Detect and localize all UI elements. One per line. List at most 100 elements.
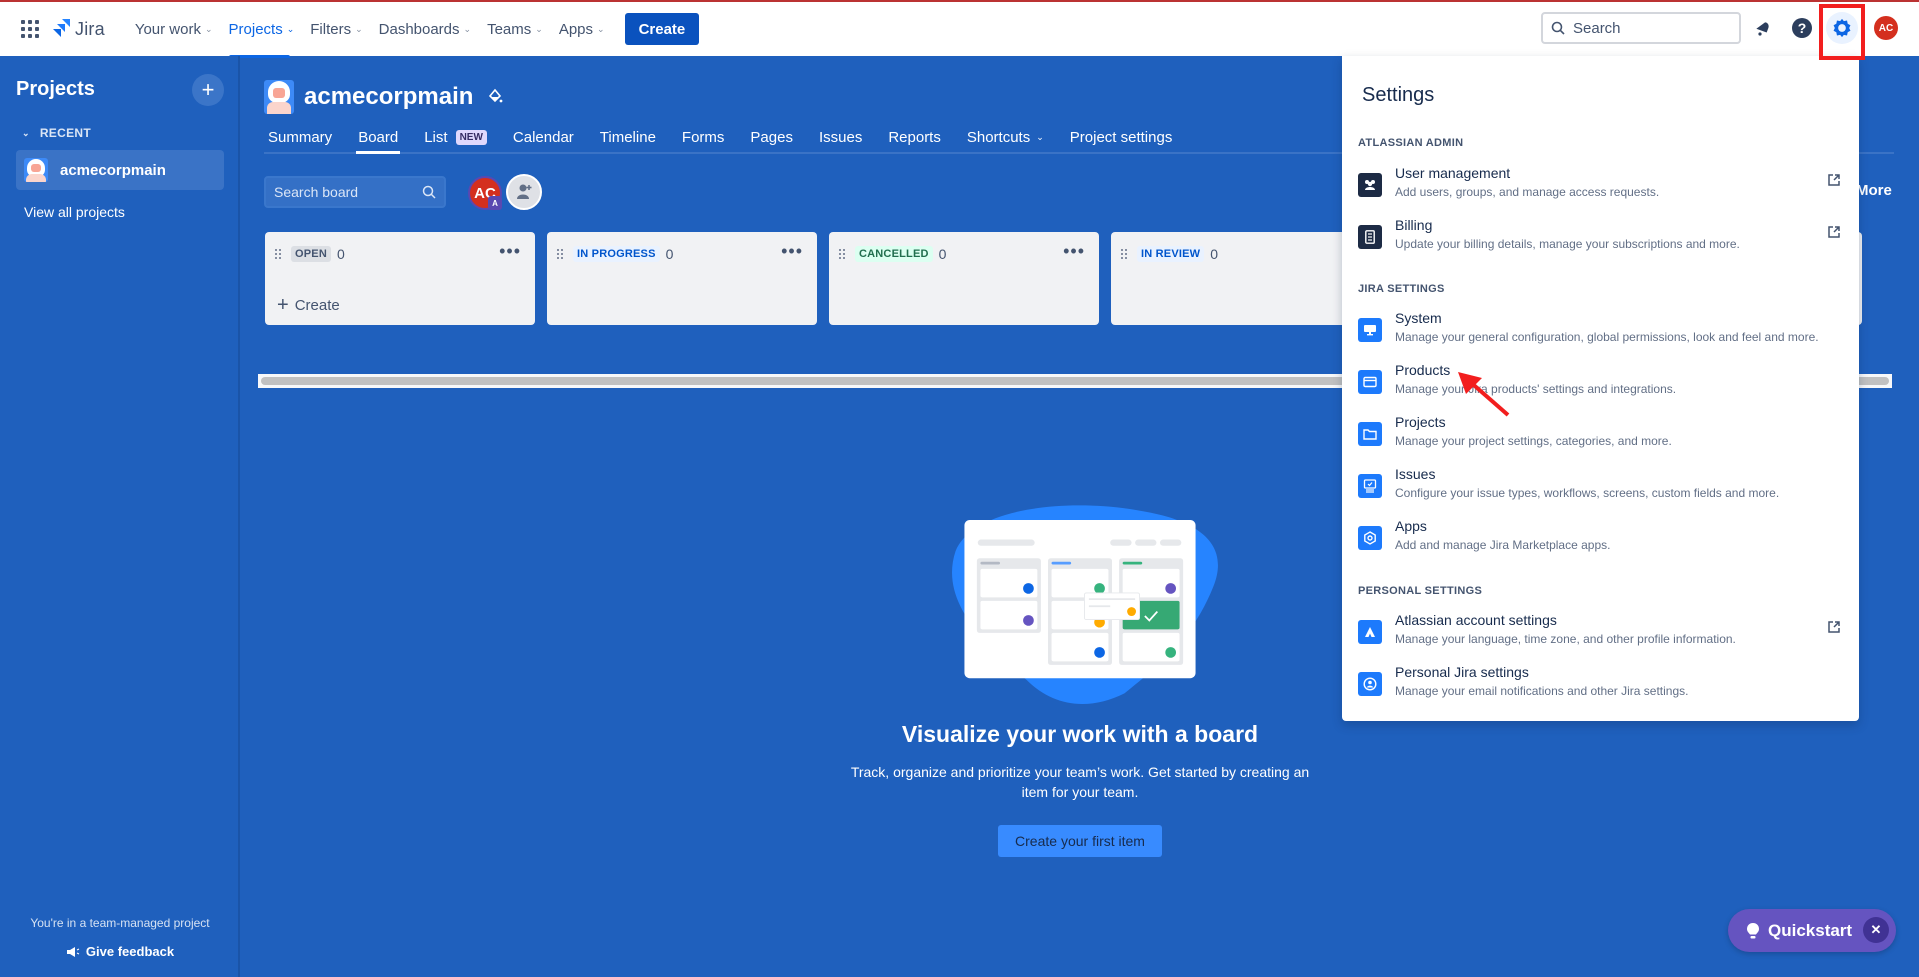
menu-item-description: Manage your email notifications and othe… xyxy=(1395,684,1689,698)
menu-item-billing[interactable]: Billing Update your billing details, man… xyxy=(1342,217,1859,263)
menu-item-description: Update your billing details, manage your… xyxy=(1395,237,1740,251)
nav-filters[interactable]: Filters ⌄ xyxy=(302,2,370,56)
sidebar-project-acmecorpmain[interactable]: acmecorpmain xyxy=(16,150,224,190)
menu-item-atlassian-account-settings[interactable]: Atlassian account settings Manage your l… xyxy=(1342,612,1859,658)
tab-timeline[interactable]: Timeline xyxy=(596,122,656,152)
help-button[interactable]: ? xyxy=(1787,13,1817,43)
quickstart-close-icon[interactable]: ✕ xyxy=(1863,917,1889,943)
quickstart-label: Quickstart xyxy=(1768,920,1853,940)
lightbulb-icon xyxy=(1747,922,1759,938)
notifications-button[interactable] xyxy=(1748,13,1778,43)
nav-your-work[interactable]: Your work ⌄ xyxy=(127,2,221,56)
jira-logo[interactable]: Jira xyxy=(53,19,105,40)
column-header: IN PROGRESS 0 xyxy=(557,246,673,262)
svg-text:?: ? xyxy=(1798,20,1807,36)
recent-section-toggle[interactable]: ⌄ RECENT xyxy=(22,126,91,140)
menu-item-user-management[interactable]: User management Add users, groups, and m… xyxy=(1342,165,1859,211)
column-more-icon[interactable]: ••• xyxy=(781,242,803,260)
paint-bucket-icon[interactable] xyxy=(487,88,503,106)
chevron-down-icon: ⌄ xyxy=(463,23,472,34)
tab-list[interactable]: List NEW xyxy=(420,122,487,152)
menu-item-projects[interactable]: Projects Manage your project settings, c… xyxy=(1342,414,1859,460)
chevron-down-icon: ⌄ xyxy=(355,23,363,34)
add-project-button[interactable]: + xyxy=(192,74,224,106)
menu-item-system[interactable]: System Manage your general configuration… xyxy=(1342,310,1859,356)
nav-items: Your work ⌄ Projects ⌄ Filters ⌄ Dashboards… xyxy=(127,2,700,58)
drag-handle-icon[interactable] xyxy=(839,249,845,259)
tab-label: Shortcuts xyxy=(966,128,1031,146)
drag-handle-icon[interactable] xyxy=(1121,249,1127,259)
column-more-icon[interactable]: ••• xyxy=(499,242,521,260)
search-board-input[interactable]: Search board xyxy=(264,176,446,208)
menu-item-issues[interactable]: Issues Configure your issue types, workf… xyxy=(1342,466,1859,512)
column-more-icon[interactable]: ••• xyxy=(1063,242,1085,260)
profile-avatar[interactable]: AC xyxy=(1874,16,1898,40)
tab-shortcuts[interactable]: Shortcuts ⌄ xyxy=(963,122,1044,152)
tab-label: Calendar xyxy=(512,128,574,146)
tab-label: Board xyxy=(358,128,399,146)
menu-item-label: Issues xyxy=(1395,466,1436,482)
tab-calendar[interactable]: Calendar xyxy=(509,122,574,152)
menu-item-description: Manage your Jira products' settings and … xyxy=(1395,382,1677,396)
menu-item-description: Manage your project settings, categories… xyxy=(1395,434,1672,448)
give-feedback-button[interactable]: Give feedback xyxy=(0,944,240,959)
empty-state-description: Track, organize and prioritize your team… xyxy=(850,764,1310,800)
external-link-icon xyxy=(1828,226,1840,238)
people-icon xyxy=(1358,173,1382,197)
admin-badge: A xyxy=(488,196,502,210)
menu-item-label: System xyxy=(1395,310,1442,326)
chevron-down-icon: ⌄ xyxy=(204,23,213,34)
project-header: acmecorpmain xyxy=(264,80,503,114)
window-icon xyxy=(1358,370,1382,394)
create-issue-button[interactable]: + Create xyxy=(277,294,340,317)
board-column-cancelled: CANCELLED 0 ••• xyxy=(829,232,1099,325)
tab-summary[interactable]: Summary xyxy=(264,122,332,152)
menu-item-products[interactable]: Products Manage your Jira products' sett… xyxy=(1342,362,1859,408)
column-status-lozenge: IN PROGRESS xyxy=(573,246,660,262)
search-icon xyxy=(422,185,436,199)
menu-item-label: Atlassian account settings xyxy=(1395,612,1557,628)
app-switcher-icon[interactable] xyxy=(21,20,39,38)
settings-highlight-box xyxy=(1819,4,1865,60)
column-header: IN REVIEW 0 xyxy=(1121,246,1218,262)
view-all-projects-link[interactable]: View all projects xyxy=(24,204,125,220)
menu-item-label: Apps xyxy=(1395,518,1427,534)
tab-pages[interactable]: Pages xyxy=(746,122,793,152)
nav-dashboards[interactable]: Dashboards ⌄ xyxy=(371,2,479,56)
tab-project-settings[interactable]: Project settings xyxy=(1066,122,1173,152)
plus-icon: + xyxy=(201,77,215,102)
tab-label: Issues xyxy=(818,128,863,146)
more-button[interactable]: More xyxy=(1856,182,1892,199)
create-first-item-button[interactable]: Create your first item xyxy=(998,825,1162,857)
column-count: 0 xyxy=(1210,246,1219,262)
drag-handle-icon[interactable] xyxy=(275,249,281,259)
tab-issues[interactable]: Issues xyxy=(815,122,862,152)
create-button[interactable]: Create xyxy=(624,13,700,45)
menu-item-label: Products xyxy=(1395,362,1451,378)
nav-teams[interactable]: Teams ⌄ xyxy=(479,2,551,56)
external-link-icon xyxy=(1828,621,1840,633)
nav-projects[interactable]: Projects ⌄ xyxy=(221,2,303,58)
megaphone-icon xyxy=(66,946,80,957)
section-atlassian-admin: ATLASSIAN ADMIN xyxy=(1358,137,1464,149)
add-people-button[interactable] xyxy=(506,174,542,210)
external-link-icon xyxy=(1828,174,1840,186)
board-column-open: OPEN 0 ••• + Create xyxy=(265,232,535,325)
tab-forms[interactable]: Forms xyxy=(678,122,725,152)
tab-label: List xyxy=(424,128,448,146)
settings-title: Settings xyxy=(1362,84,1435,106)
section-personal-settings: PERSONAL SETTINGS xyxy=(1358,585,1483,597)
menu-item-personal-jira-settings[interactable]: Personal Jira settings Manage your email… xyxy=(1342,664,1859,710)
menu-item-apps[interactable]: Apps Add and manage Jira Marketplace app… xyxy=(1342,518,1859,564)
search-placeholder: Search xyxy=(1573,19,1621,37)
nav-apps[interactable]: Apps ⌄ xyxy=(551,2,613,56)
drag-handle-icon[interactable] xyxy=(557,249,563,259)
tab-board[interactable]: Board xyxy=(354,122,401,154)
column-count: 0 xyxy=(665,246,674,262)
tab-reports[interactable]: Reports xyxy=(884,122,941,152)
billing-icon xyxy=(1358,225,1382,249)
column-count: 0 xyxy=(938,246,947,262)
jira-logo-icon xyxy=(53,19,70,37)
global-search-input[interactable]: Search xyxy=(1541,12,1741,44)
quickstart-button[interactable]: Quickstart ✕ xyxy=(1728,909,1896,952)
